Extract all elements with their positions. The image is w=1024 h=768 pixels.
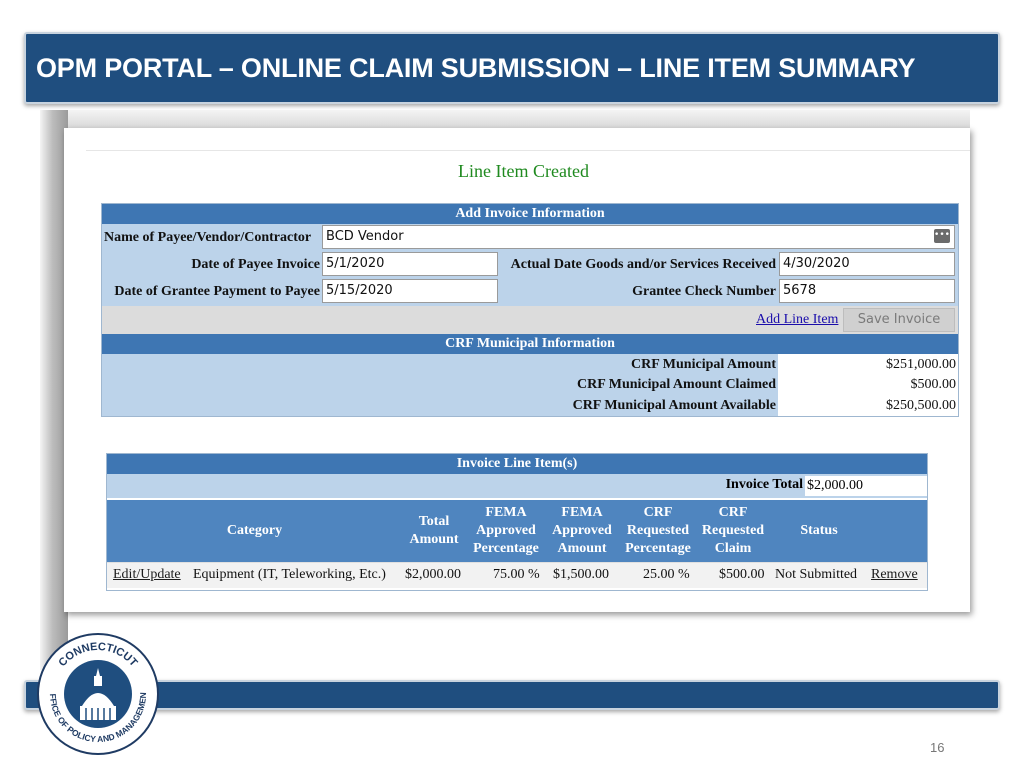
- invoice-action-row: Add Line Item Save Invoice: [102, 306, 958, 334]
- invoice-date-label: Date of Payee Invoice: [191, 257, 320, 272]
- portal-screenshot: Line Item Created Add Invoice Informatio…: [64, 128, 970, 612]
- crf-claimed-label: CRF Municipal Amount Claimed: [577, 377, 776, 392]
- goods-date-field[interactable]: 4/30/2020: [779, 252, 955, 276]
- slide-title-banner: OPM PORTAL – ONLINE CLAIM SUBMISSION – L…: [24, 32, 1000, 104]
- row-crf-claim: $500.00: [719, 567, 765, 582]
- col-crf-percentage: CRF Requested Percentage: [625, 505, 691, 556]
- line-item-created-message: Line Item Created: [458, 161, 589, 181]
- invoice-total-value: $2,000.00: [805, 476, 927, 496]
- row-fema-amount: $1,500.00: [553, 567, 609, 582]
- check-number-label: Grantee Check Number: [632, 284, 776, 299]
- line-items-table-header: Category Total Amount FEMA Approved Perc…: [107, 498, 927, 562]
- save-invoice-button[interactable]: Save Invoice: [843, 308, 955, 332]
- crf-values-column: $251,000.00 $500.00 $250,500.00: [778, 354, 958, 416]
- crf-claimed-value: $500.00: [910, 377, 957, 392]
- portal-page: Line Item Created Add Invoice Informatio…: [86, 150, 970, 612]
- goods-date-label: Actual Date Goods and/or Services Receiv…: [510, 257, 776, 272]
- payee-value: BCD Vendor: [326, 229, 404, 244]
- payee-label: Name of Payee/Vendor/Contractor: [104, 230, 312, 245]
- col-fema-amount: FEMA Approved Amount: [552, 505, 612, 556]
- crf-amount-label: CRF Municipal Amount: [631, 357, 776, 372]
- col-total-amount: Total Amount: [409, 514, 459, 547]
- invoice-date-field[interactable]: 5/1/2020: [322, 252, 498, 276]
- page-number: 16: [930, 740, 945, 755]
- invoice-total-row: Invoice Total $2,000.00: [107, 474, 927, 498]
- payment-date-label: Date of Grantee Payment to Payee: [114, 284, 320, 299]
- invoice-section-header: Add Invoice Information: [102, 204, 958, 224]
- add-line-item-link[interactable]: Add Line Item: [756, 312, 838, 328]
- payee-field[interactable]: BCD Vendor •••: [322, 225, 955, 249]
- screenshot-shadow-top: [40, 110, 970, 130]
- bottom-bar: [24, 680, 1000, 710]
- row-category: Equipment (IT, Teleworking, Etc.): [193, 567, 386, 582]
- line-items-section-header: Invoice Line Item(s): [107, 454, 927, 474]
- col-category: Category: [226, 523, 283, 538]
- row-fema-percentage: 75.00 %: [493, 567, 540, 582]
- row-status: Not Submitted: [775, 567, 858, 582]
- col-fema-percentage: FEMA Approved Percentage: [473, 505, 539, 556]
- crf-available-value: $250,500.00: [886, 398, 956, 413]
- ellipsis-icon[interactable]: •••: [934, 229, 950, 243]
- crf-available-label: CRF Municipal Amount Available: [572, 398, 776, 413]
- table-row: Edit/Update Equipment (IT, Teleworking, …: [107, 562, 927, 588]
- slide-title: OPM PORTAL – ONLINE CLAIM SUBMISSION – L…: [36, 52, 916, 83]
- payment-date-field[interactable]: 5/15/2020: [322, 279, 498, 303]
- remove-link[interactable]: Remove: [871, 567, 918, 583]
- col-crf-claim: CRF Requested Claim: [701, 505, 765, 556]
- row-total-amount: $2,000.00: [405, 567, 461, 582]
- crf-amount-value: $251,000.00: [886, 357, 956, 372]
- check-number-field[interactable]: 5678: [779, 279, 955, 303]
- row-crf-percentage: 25.00 %: [643, 567, 690, 582]
- edit-update-link[interactable]: Edit/Update: [113, 567, 181, 583]
- crf-section-header: CRF Municipal Information: [102, 334, 958, 354]
- invoice-total-label: Invoice Total: [725, 477, 803, 492]
- opm-seal-logo: CONNECTICUT OFFICE OF POLICY AND MANAGEM…: [36, 632, 159, 755]
- invoice-information-panel: Add Invoice Information Name of Payee/Ve…: [101, 203, 959, 417]
- col-status: Status: [800, 523, 838, 538]
- invoice-line-items-panel: Invoice Line Item(s) Invoice Total $2,00…: [106, 453, 928, 591]
